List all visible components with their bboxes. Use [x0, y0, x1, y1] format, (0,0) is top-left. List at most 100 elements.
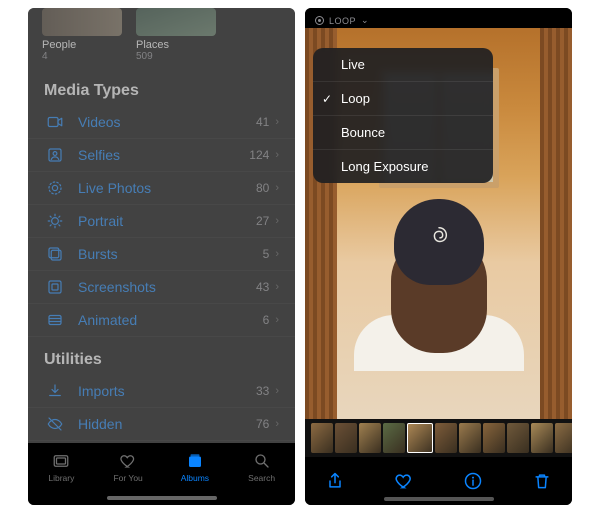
photo-viewer[interactable]: Live ✓ Loop Bounce Long Exposure: [305, 28, 572, 419]
effect-option-label: Bounce: [341, 125, 385, 140]
favorite-button[interactable]: [392, 469, 416, 493]
video-icon: [46, 113, 64, 131]
selfie-icon: [46, 146, 64, 164]
film-thumb[interactable]: [483, 423, 505, 453]
list-row-videos[interactable]: Videos 41 ›: [28, 106, 295, 139]
effect-option-label: Long Exposure: [341, 159, 428, 174]
albums-scroll[interactable]: People 4 Places 509 Media Types Videos 4…: [28, 8, 295, 443]
tab-bar: Library For You Albums Search: [28, 443, 295, 505]
filmstrip[interactable]: [305, 419, 572, 457]
list-row-label: Screenshots: [78, 279, 256, 295]
film-thumb[interactable]: [435, 423, 457, 453]
photo-content: [540, 28, 572, 419]
livephoto-icon: [315, 16, 324, 25]
list-row-label: Hidden: [78, 416, 256, 432]
effect-option-long-exposure[interactable]: Long Exposure: [313, 150, 493, 183]
list-row-animated[interactable]: Animated 6 ›: [28, 304, 295, 337]
chevron-right-icon: ›: [275, 248, 279, 260]
import-icon: [44, 382, 66, 400]
library-icon: [50, 452, 72, 470]
chevron-right-icon: ›: [275, 149, 279, 161]
selfie-icon: [44, 146, 66, 164]
tile-title: Places: [136, 39, 216, 51]
chevron-right-icon: ›: [275, 385, 279, 397]
tab-label: Albums: [181, 473, 209, 483]
import-icon: [46, 382, 64, 400]
trash-icon: [532, 471, 552, 491]
effect-selector-button[interactable]: LOOP ⌄: [315, 15, 369, 26]
list-row-count: 5: [263, 247, 270, 261]
list-row-hidden[interactable]: Hidden 76 ›: [28, 408, 295, 441]
effect-option-live[interactable]: Live: [313, 48, 493, 82]
info-button[interactable]: [461, 469, 485, 493]
chevron-right-icon: ›: [275, 418, 279, 430]
home-indicator: [107, 496, 217, 500]
list-row-count: 43: [256, 280, 269, 294]
portrait-icon: [44, 212, 66, 230]
animated-icon: [46, 311, 64, 329]
check-icon: ✓: [322, 92, 332, 106]
share-icon: [325, 471, 345, 491]
tab-search[interactable]: Search: [228, 447, 295, 505]
section-header-media-types: Media Types: [28, 68, 295, 106]
effect-label: LOOP: [329, 16, 356, 26]
detail-toolbar: [305, 457, 572, 505]
effect-option-label: Live: [341, 57, 365, 72]
hidden-icon: [44, 415, 66, 433]
portrait-icon: [46, 212, 64, 230]
list-row-screenshots[interactable]: Screenshots 43 ›: [28, 271, 295, 304]
film-thumb[interactable]: [507, 423, 529, 453]
photo-detail-screen: LOOP ⌄ Live ✓ Loop Bounce Long Exposure: [305, 8, 572, 505]
effect-option-label: Loop: [341, 91, 370, 106]
list-row-count: 33: [256, 384, 269, 398]
tab-library[interactable]: Library: [28, 447, 95, 505]
film-thumb[interactable]: [335, 423, 357, 453]
list-row-label: Imports: [78, 383, 256, 399]
tile-count: 509: [136, 51, 216, 62]
list-row-label: Portrait: [78, 213, 256, 229]
chevron-right-icon: ›: [275, 314, 279, 326]
delete-button[interactable]: [530, 469, 554, 493]
info-icon: [463, 471, 483, 491]
list-row-count: 41: [256, 115, 269, 129]
list-row-live-photos[interactable]: Live Photos 80 ›: [28, 172, 295, 205]
detail-header: LOOP ⌄: [305, 8, 572, 28]
list-row-label: Live Photos: [78, 180, 256, 196]
list-row-selfies[interactable]: Selfies 124 ›: [28, 139, 295, 172]
foryou-icon: [117, 452, 139, 470]
tile-thumb: [42, 8, 122, 36]
effect-option-bounce[interactable]: Bounce: [313, 116, 493, 150]
list-row-bursts[interactable]: Bursts 5 ›: [28, 238, 295, 271]
film-thumb[interactable]: [555, 423, 572, 453]
effect-option-loop[interactable]: ✓ Loop: [313, 82, 493, 116]
share-button[interactable]: [323, 469, 347, 493]
section-header-utilities: Utilities: [28, 337, 295, 375]
list-row-imports[interactable]: Imports 33 ›: [28, 375, 295, 408]
hidden-icon: [46, 415, 64, 433]
albums-icon: [184, 452, 206, 470]
list-row-count: 124: [249, 148, 269, 162]
list-row-label: Videos: [78, 114, 256, 130]
screenshot-icon: [46, 278, 64, 296]
film-thumb[interactable]: [459, 423, 481, 453]
film-thumb[interactable]: [383, 423, 405, 453]
tile-places[interactable]: Places 509: [136, 8, 216, 62]
list-row-portrait[interactable]: Portrait 27 ›: [28, 205, 295, 238]
albums-screen: People 4 Places 509 Media Types Videos 4…: [28, 8, 295, 505]
film-thumb[interactable]: [311, 423, 333, 453]
film-thumb[interactable]: [531, 423, 553, 453]
tile-people[interactable]: People 4: [42, 8, 122, 62]
video-icon: [44, 113, 66, 131]
list-row-count: 80: [256, 181, 269, 195]
film-thumb[interactable]: [407, 423, 433, 453]
chevron-right-icon: ›: [275, 116, 279, 128]
chevron-right-icon: ›: [275, 281, 279, 293]
film-thumb[interactable]: [359, 423, 381, 453]
tab-label: For You: [113, 473, 142, 483]
tab-label: Library: [48, 473, 74, 483]
heart-icon: [394, 471, 414, 491]
home-indicator: [384, 497, 494, 501]
chevron-right-icon: ›: [275, 215, 279, 227]
list-row-count: 27: [256, 214, 269, 228]
list-row-count: 76: [256, 417, 269, 431]
